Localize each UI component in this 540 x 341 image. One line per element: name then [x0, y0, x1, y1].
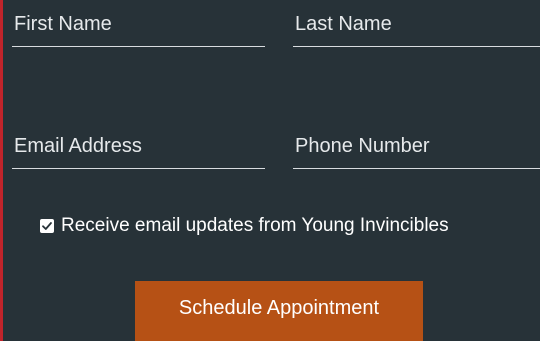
- email-input[interactable]: [12, 124, 265, 168]
- schedule-appointment-button[interactable]: Schedule Appointment: [135, 281, 423, 341]
- email-updates-label: Receive email updates from Young Invinci…: [61, 215, 449, 236]
- phone-field-wrapper: [293, 124, 540, 169]
- first-name-input[interactable]: [12, 2, 265, 46]
- phone-input[interactable]: [293, 124, 540, 168]
- last-name-field-wrapper: [293, 2, 540, 47]
- email-field-wrapper: [12, 124, 265, 169]
- first-name-field-wrapper: [12, 2, 265, 47]
- email-updates-checkbox[interactable]: [40, 219, 54, 233]
- email-updates-option[interactable]: Receive email updates from Young Invinci…: [40, 212, 530, 240]
- checkmark-icon: [42, 222, 52, 230]
- last-name-input[interactable]: [293, 2, 540, 46]
- left-accent-border: [0, 0, 3, 341]
